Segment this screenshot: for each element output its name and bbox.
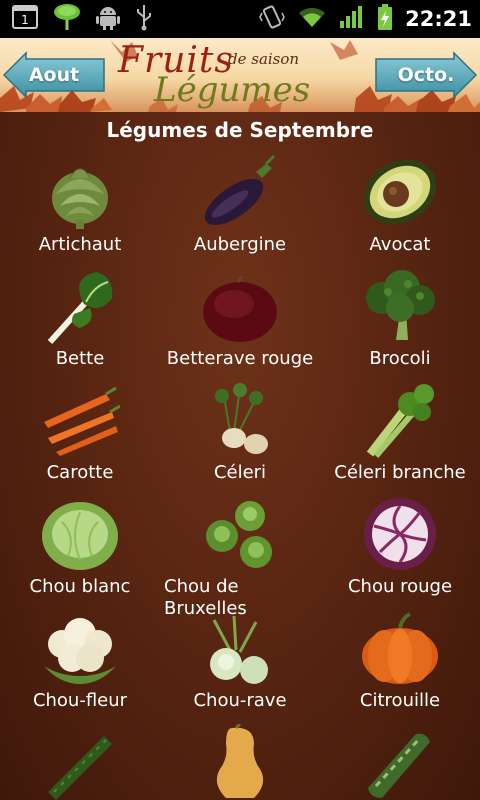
notification-count: 1 [21,13,29,27]
vegetable-item-chou-rouge[interactable]: Chou rouge [320,492,480,606]
vegetable-label: Chou rouge [347,576,453,597]
app-header: Fruits de saison Légumes Aout Octo. [0,38,480,112]
beetroot-icon [203,275,277,342]
vegetable-item-chou-fleur[interactable]: Chou-fleur [0,606,160,720]
vegetable-grid: Artichaut Aubergine Avocat Bette Bettera… [0,150,480,800]
vegetable-label: Citrouille [359,690,441,711]
vegetable-item-celeri-branche[interactable]: Céleri branche [320,378,480,492]
celeriac-icon [215,383,268,454]
vegetable-item-brocoli[interactable]: Brocoli [320,264,480,378]
vegetable-item-betterave-rouge[interactable]: Betterave rouge [160,264,320,378]
vegetable-label: Chou-fleur [32,690,128,711]
eggplant-icon [204,154,276,226]
vegetable-item-aubergine[interactable]: Aubergine [160,150,320,264]
butternut-squash-icon [216,724,264,798]
vegetable-item-bette[interactable]: Bette [0,264,160,378]
page-title: Légumes de Septembre [106,118,374,142]
vegetable-label: Céleri branche [334,462,466,483]
vegetable-label: Bette [55,348,105,369]
vegetable-item-butternut[interactable] [160,720,320,800]
next-month-button[interactable]: Octo. [374,51,478,99]
vegetable-label: Chou blanc [29,576,131,597]
signal-icon [339,5,365,33]
previous-month-label: Aout [28,64,80,86]
notification-badge-icon: 1 [12,5,38,33]
vegetable-label: Aubergine [193,234,287,255]
vegetable-item-chou-de-bruxelles[interactable]: Chou de Bruxelles [160,492,320,619]
logo-legumes-text: Légumes [154,70,311,110]
vegetable-item-cucumber[interactable] [0,720,160,800]
vegetable-label: Brocoli [369,348,431,369]
vegetable-label: Avocat [369,234,431,255]
vegetable-item-artichaut[interactable]: Artichaut [0,150,160,264]
vegetable-label: Céleri [213,462,267,483]
vegetable-label: Carotte [46,462,114,483]
vegetable-item-carotte[interactable]: Carotte [0,378,160,492]
vegetable-item-citrouille[interactable]: Citrouille [320,606,480,720]
app-logo: Fruits de saison Légumes [106,40,376,112]
chard-icon [47,272,113,344]
logo-subtitle-text: de saison [228,50,300,68]
status-bar: 1 22:21 [0,0,480,38]
plant-icon [52,2,82,36]
celery-icon [366,384,434,458]
clock: 22:21 [405,7,472,31]
artichoke-icon [52,168,108,229]
cucumber-icon [48,736,112,800]
white-cabbage-icon [42,502,118,570]
usb-icon [134,3,154,35]
brussels-sprouts-icon [206,501,272,568]
carrot-icon [44,386,120,456]
vegetable-item-avocat[interactable]: Avocat [320,150,480,264]
broccoli-icon [366,270,435,340]
vegetable-label: Chou-rave [193,690,287,711]
zucchini-icon [368,733,430,798]
vegetable-item-chou-rave[interactable]: Chou-rave [160,606,320,720]
wifi-icon [297,5,327,33]
vegetable-item-zucchini[interactable] [320,720,480,800]
kohlrabi-icon [210,615,268,684]
cauliflower-icon [44,618,116,684]
vibrate-icon [259,4,285,34]
main-content: Légumes de Septembre Artichaut Aubergine [0,112,480,800]
vegetable-label: Artichaut [38,234,122,255]
vegetable-label: Betterave rouge [166,348,314,369]
avocado-icon [363,159,437,225]
next-month-label: Octo. [397,64,455,86]
pumpkin-icon [362,612,438,684]
previous-month-button[interactable]: Aout [2,51,106,99]
battery-charging-icon [377,3,393,35]
vegetable-item-celeri[interactable]: Céleri [160,378,320,492]
android-icon [96,4,120,34]
vegetable-item-chou-blanc[interactable]: Chou blanc [0,492,160,606]
red-cabbage-icon [364,498,436,570]
